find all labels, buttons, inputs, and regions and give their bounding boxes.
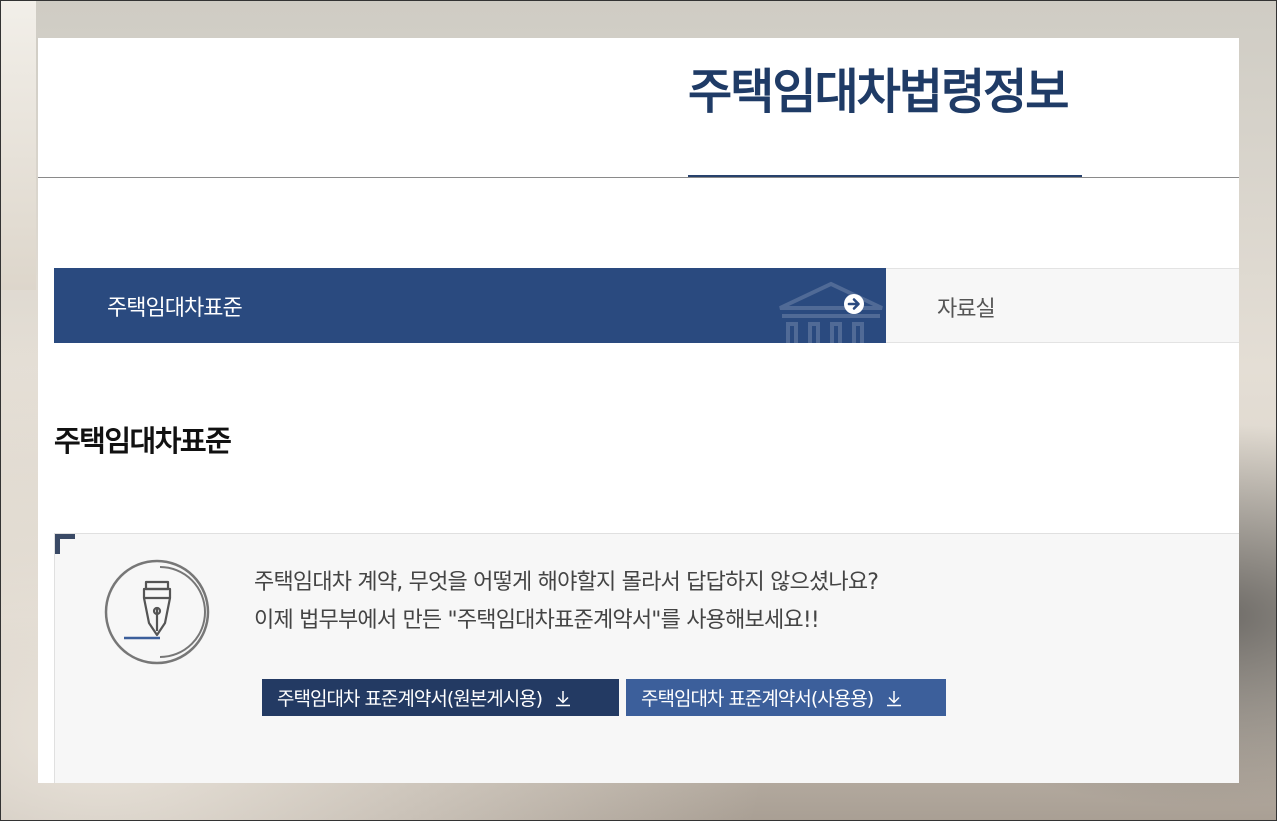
background-window [0,0,36,290]
arrow-right-icon [844,294,864,314]
fountain-pen-icon [104,559,210,665]
button-label: 주택임대차 표준계약서(사용용) [641,688,874,710]
info-box: 주택임대차 계약, 무엇을 어떻게 해야할지 몰라서 답답하지 않으셨나요? 이… [54,533,1239,783]
download-usage-button[interactable]: 주택임대차 표준계약서(사용용) [626,679,946,716]
section-title: 주택임대차표준 [54,424,232,458]
corner-mark [55,534,75,554]
header-divider [38,177,1239,178]
tab-label: 주택임대차표준 [107,296,243,321]
info-message-line-1: 주택임대차 계약, 무엇을 어떻게 해야할지 몰라서 답답하지 않으셨나요? [254,570,879,595]
download-icon [887,690,902,706]
tab-archive[interactable]: 자료실 [886,269,1239,342]
download-original-button[interactable]: 주택임대차 표준계약서(원본게시용) [262,679,619,716]
download-icon [556,690,571,706]
tab-label: 자료실 [937,297,996,322]
tab-housing-lease-standard[interactable]: 주택임대차표준 [54,268,886,343]
info-message-line-2: 이제 법무부에서 만든 "주택임대차표준계약서"를 사용해보세요!! [254,608,820,633]
tab-bar: 주택임대차표준 자료실 [54,268,1239,343]
content-panel: 주택임대차법령정보 주택임대차표준 자료실 주택임대차표준 주택임대차 계약, … [38,38,1239,783]
site-title: 주택임대차법령정보 [688,64,1069,120]
button-label: 주택임대차 표준계약서(원본게시용) [277,688,543,710]
building-icon [779,281,883,343]
